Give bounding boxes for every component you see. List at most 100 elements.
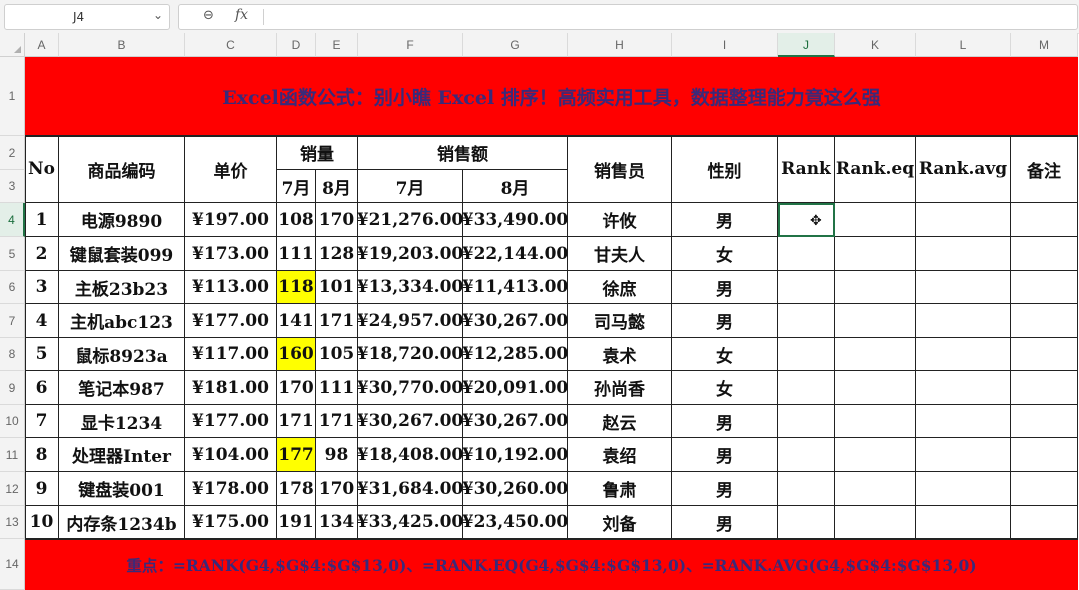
cell-product-code[interactable]: 鼠标8923a	[59, 338, 185, 371]
cell-seller[interactable]: 赵云	[568, 405, 672, 438]
column-header-i[interactable]: I	[672, 33, 778, 57]
cell-product-code[interactable]: 主机abc123	[59, 304, 185, 338]
cell-rank-eq[interactable]	[835, 506, 916, 539]
cell-seller[interactable]: 司马懿	[568, 304, 672, 338]
cell-amount-july[interactable]: ¥13,334.00	[357, 271, 463, 304]
header-sales-amount[interactable]: 销售额	[358, 136, 568, 170]
cell-unit-price[interactable]: ¥177.00	[185, 304, 277, 338]
cell-note[interactable]	[1011, 506, 1078, 539]
cell-rank-avg[interactable]	[916, 338, 1011, 371]
cell-gender[interactable]: 男	[672, 506, 778, 539]
cell-rank-avg[interactable]	[916, 506, 1011, 539]
header-note[interactable]: 备注	[1011, 136, 1078, 203]
chevron-down-icon[interactable]: ⌄	[153, 8, 163, 22]
cell-rank[interactable]: ✥	[778, 203, 835, 237]
cell-seller[interactable]: 许攸	[568, 203, 672, 237]
cell-rank-avg[interactable]	[916, 371, 1011, 405]
header-rank[interactable]: Rank	[778, 136, 835, 203]
cell-seller[interactable]: 袁绍	[568, 438, 672, 472]
cell-unit-price[interactable]: ¥181.00	[185, 371, 277, 405]
cell-note[interactable]	[1011, 438, 1078, 472]
cell-note[interactable]	[1011, 304, 1078, 338]
cell-qty-august[interactable]: 170	[316, 203, 358, 237]
cell-no[interactable]: 3	[25, 271, 59, 304]
row-header-4[interactable]: 4	[0, 203, 25, 237]
cell-unit-price[interactable]: ¥177.00	[185, 405, 277, 438]
cell-product-code[interactable]: 显卡1234	[59, 405, 185, 438]
cell-no[interactable]: 2	[25, 237, 59, 271]
row-header-6[interactable]: 6	[0, 271, 25, 304]
cell-rank-eq[interactable]	[835, 371, 916, 405]
cell-qty-august[interactable]: 98	[316, 438, 358, 472]
column-header-e[interactable]: E	[316, 33, 358, 57]
cell-note[interactable]	[1011, 472, 1078, 506]
cell-amount-july[interactable]: ¥31,684.00	[357, 472, 463, 506]
cell-qty-july[interactable]: 177	[277, 438, 316, 472]
column-header-f[interactable]: F	[358, 33, 463, 57]
cell-product-code[interactable]: 笔记本987	[59, 371, 185, 405]
cell-qty-august[interactable]: 111	[316, 371, 358, 405]
cell-rank-eq[interactable]	[835, 304, 916, 338]
cell-note[interactable]	[1011, 405, 1078, 438]
cell-amount-august[interactable]: ¥33,490.00	[462, 203, 568, 237]
cell-rank-eq[interactable]	[835, 271, 916, 304]
cell-unit-price[interactable]: ¥178.00	[185, 472, 277, 506]
name-box[interactable]: J4 ⌄	[4, 4, 170, 30]
zoom-icon[interactable]: ⊖	[203, 8, 214, 23]
header-rank-avg[interactable]: Rank.avg	[916, 136, 1011, 203]
cell-amount-august[interactable]: ¥30,267.00	[462, 304, 568, 338]
cell-rank-eq[interactable]	[835, 237, 916, 271]
cell-qty-august[interactable]: 101	[316, 271, 358, 304]
cell-amount-august[interactable]: ¥10,192.00	[462, 438, 568, 472]
column-header-m[interactable]: M	[1011, 33, 1078, 57]
row-header-3[interactable]: 3	[0, 170, 25, 203]
cell-qty-august[interactable]: 134	[316, 506, 358, 539]
cell-rank[interactable]	[778, 237, 835, 271]
cell-seller[interactable]: 袁术	[568, 338, 672, 371]
cell-rank[interactable]	[778, 271, 835, 304]
row-header-5[interactable]: 5	[0, 237, 25, 271]
cell-gender[interactable]: 女	[672, 371, 778, 405]
cell-rank-eq[interactable]	[835, 472, 916, 506]
footer-formula-banner[interactable]: 重点：=RANK(G4,$G$4:$G$13,0)、=RANK.EQ(G4,$G…	[25, 539, 1078, 590]
column-header-b[interactable]: B	[59, 33, 185, 57]
cell-rank-eq[interactable]	[835, 405, 916, 438]
cell-qty-august[interactable]: 128	[316, 237, 358, 271]
cell-note[interactable]	[1011, 203, 1078, 237]
cell-product-code[interactable]: 内存条1234b	[59, 506, 185, 539]
cell-rank-avg[interactable]	[916, 304, 1011, 338]
cell-rank-avg[interactable]	[916, 271, 1011, 304]
header-amount-july[interactable]: 7月	[358, 170, 463, 203]
title-banner[interactable]: Excel函数公式：别小瞧 Excel 排序！高频实用工具，数据整理能力竟这么强	[25, 57, 1078, 136]
row-header-13[interactable]: 13	[0, 506, 25, 539]
cell-qty-august[interactable]: 170	[316, 472, 358, 506]
cell-gender[interactable]: 男	[672, 304, 778, 338]
header-rank-eq[interactable]: Rank.eq	[835, 136, 916, 203]
cell-product-code[interactable]: 电源9890	[59, 203, 185, 237]
cell-rank-avg[interactable]	[916, 405, 1011, 438]
row-header-12[interactable]: 12	[0, 472, 25, 506]
cell-gender[interactable]: 男	[672, 472, 778, 506]
cell-qty-august[interactable]: 171	[316, 405, 358, 438]
cell-unit-price[interactable]: ¥117.00	[185, 338, 277, 371]
cell-qty-july[interactable]: 111	[277, 237, 316, 271]
header-product-code[interactable]: 商品编码	[59, 136, 185, 203]
column-header-g[interactable]: G	[463, 33, 568, 57]
header-qty-august[interactable]: 8月	[316, 170, 358, 203]
cell-amount-august[interactable]: ¥20,091.00	[462, 371, 568, 405]
cell-amount-july[interactable]: ¥21,276.00	[357, 203, 463, 237]
cell-qty-july[interactable]: 171	[277, 405, 316, 438]
cell-amount-july[interactable]: ¥19,203.00	[357, 237, 463, 271]
column-header-a[interactable]: A	[25, 33, 59, 57]
cell-amount-august[interactable]: ¥22,144.00	[462, 237, 568, 271]
cell-qty-july[interactable]: 118	[277, 271, 316, 304]
cell-gender[interactable]: 男	[672, 438, 778, 472]
cell-unit-price[interactable]: ¥113.00	[185, 271, 277, 304]
cell-note[interactable]	[1011, 338, 1078, 371]
cell-amount-july[interactable]: ¥18,408.00	[357, 438, 463, 472]
header-no[interactable]: No	[25, 136, 59, 203]
column-header-c[interactable]: C	[185, 33, 277, 57]
header-sales-qty[interactable]: 销量	[277, 136, 358, 170]
cell-qty-august[interactable]: 105	[316, 338, 358, 371]
cell-rank-avg[interactable]	[916, 438, 1011, 472]
